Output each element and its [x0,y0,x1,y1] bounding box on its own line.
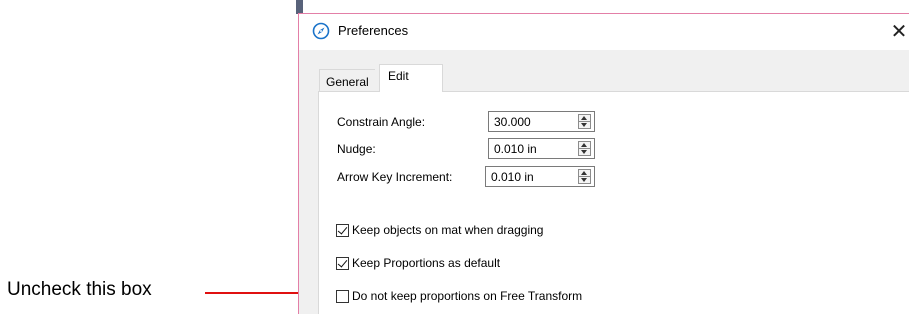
keep-objects-on-mat-label[interactable]: Keep objects on mat when dragging [352,223,543,237]
checkbox-box[interactable] [336,224,349,237]
dialog-title: Preferences [338,23,409,38]
edit-tab-panel: Constrain Angle: 30.000 Nudge: 0.010 in [318,91,909,314]
nudge-spinbox[interactable]: 0.010 in [488,138,595,159]
compass-icon [312,22,330,40]
close-button[interactable]: ✕ [887,18,909,46]
annotation-arrow-line [205,292,310,294]
tab-general[interactable]: General [319,69,375,91]
do-not-keep-proportions-label[interactable]: Do not keep proportions on Free Transfor… [352,289,582,303]
check-mark-icon [337,257,348,268]
screenshot-stage: Uncheck this box Preferences ✕ General E… [0,0,909,314]
constrain-angle-spinbox[interactable]: 30.000 [488,111,595,132]
title-bar[interactable]: Preferences ✕ [299,14,909,50]
nudge-label: Nudge: [337,142,376,156]
checkbox-box[interactable] [336,257,349,270]
preferences-dialog: Preferences ✕ General Edit Constrain Ang… [298,13,909,314]
check-mark-icon [337,224,348,235]
constrain-angle-label: Constrain Angle: [337,115,426,129]
keep-proportions-default-checkbox[interactable]: Keep Proportions as default [336,256,636,272]
constrain-angle-value[interactable]: 30.000 [494,115,531,129]
nudge-value[interactable]: 0.010 in [494,142,537,156]
tab-edit[interactable]: Edit [379,64,443,92]
arrow-key-increment-spinbox[interactable]: 0.010 in [485,166,595,187]
arrow-key-increment-spin-arrows-icon[interactable] [578,169,591,184]
dialog-body: General Edit Constrain Angle: 30.000 Nud… [299,50,909,314]
keep-proportions-default-label[interactable]: Keep Proportions as default [352,256,500,270]
keep-objects-on-mat-checkbox[interactable]: Keep objects on mat when dragging [336,223,636,239]
constrain-angle-spin-arrows-icon[interactable] [578,114,591,129]
arrow-key-increment-value[interactable]: 0.010 in [491,170,534,184]
do-not-keep-proportions-free-transform-checkbox[interactable]: Do not keep proportions on Free Transfor… [336,289,656,305]
nudge-spin-arrows-icon[interactable] [578,141,591,156]
window-corner-decoration [296,0,303,14]
checkbox-box[interactable] [336,290,349,303]
arrow-key-increment-label: Arrow Key Increment: [337,170,453,184]
annotation-label: Uncheck this box [7,279,152,300]
